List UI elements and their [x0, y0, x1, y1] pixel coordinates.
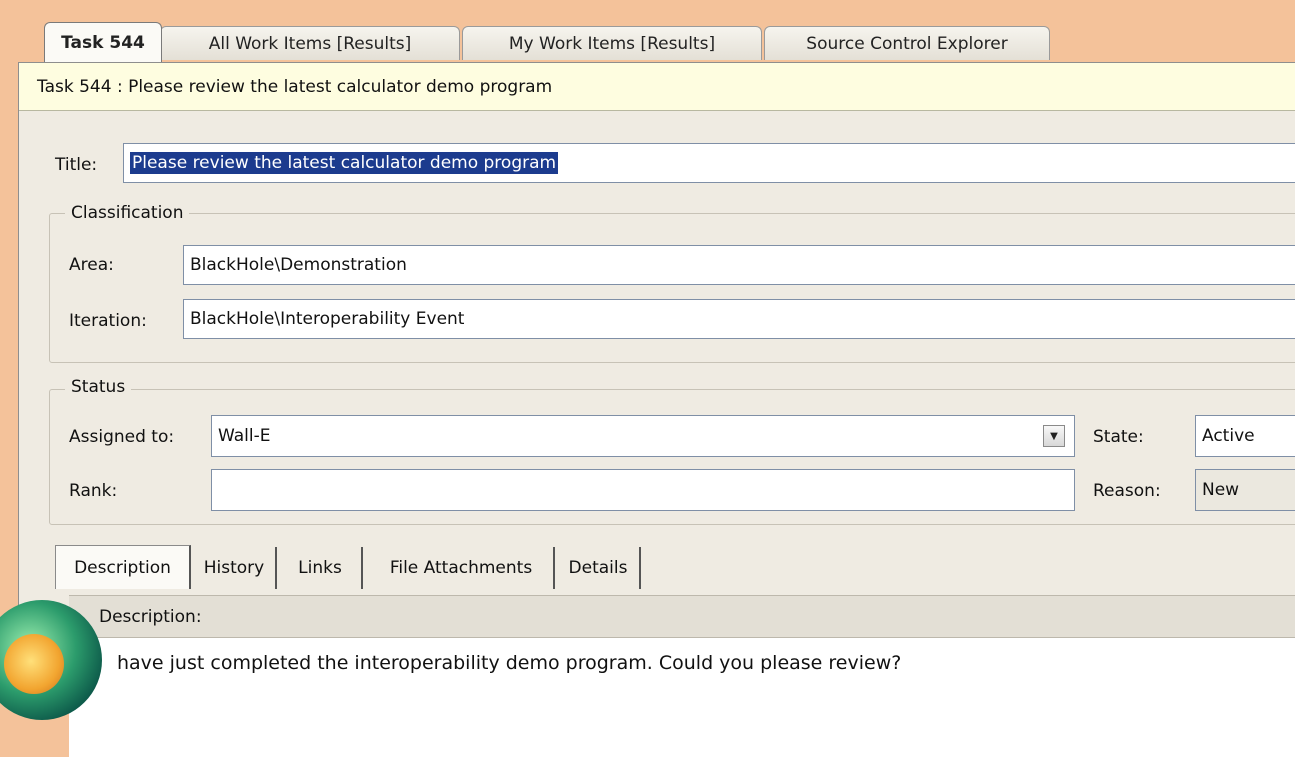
- classification-group: [49, 213, 1295, 363]
- tab-my-work-items[interactable]: My Work Items [Results]: [462, 26, 762, 60]
- work-item-header-text: Task 544 : Please review the latest calc…: [37, 76, 553, 97]
- tab-task-544[interactable]: Task 544: [44, 22, 162, 62]
- title-value: Please review the latest calculator demo…: [130, 152, 559, 174]
- reason-field: New: [1195, 469, 1295, 511]
- state-label: State:: [1093, 427, 1144, 447]
- decorative-orb-icon: [4, 634, 64, 694]
- title-label: Title:: [55, 155, 98, 175]
- area-value: BlackHole\Demonstration: [190, 255, 407, 275]
- assigned-to-value: Wall-E: [218, 426, 271, 446]
- description-text: have just completed the interoperability…: [117, 652, 902, 674]
- title-input[interactable]: Please review the latest calculator demo…: [123, 143, 1295, 183]
- description-header: Description:: [69, 595, 1295, 637]
- description-label: Description:: [99, 606, 202, 627]
- status-legend: Status: [65, 377, 132, 397]
- tab-file-attachments[interactable]: File Attachments: [369, 547, 555, 589]
- tab-details[interactable]: Details: [557, 547, 641, 589]
- assigned-to-label: Assigned to:: [69, 427, 175, 447]
- reason-label: Reason:: [1093, 481, 1161, 501]
- tab-links[interactable]: Links: [279, 547, 363, 589]
- iteration-input[interactable]: BlackHole\Interoperability Event: [183, 299, 1295, 339]
- work-item-form: Task 544 : Please review the latest calc…: [18, 62, 1295, 757]
- state-select[interactable]: Active: [1195, 415, 1295, 457]
- document-tab-strip: Task 544 All Work Items [Results] My Wor…: [0, 0, 1295, 62]
- state-value: Active: [1202, 426, 1255, 446]
- description-editor[interactable]: have just completed the interoperability…: [69, 637, 1295, 757]
- iteration-value: BlackHole\Interoperability Event: [190, 309, 465, 329]
- iteration-label: Iteration:: [69, 311, 147, 331]
- reason-value: New: [1202, 480, 1240, 500]
- tab-description[interactable]: Description: [55, 545, 191, 589]
- rank-label: Rank:: [69, 481, 118, 501]
- tab-source-control-explorer[interactable]: Source Control Explorer: [764, 26, 1050, 60]
- assigned-to-select[interactable]: Wall-E: [211, 415, 1075, 457]
- tab-all-work-items[interactable]: All Work Items [Results]: [160, 26, 460, 60]
- area-label: Area:: [69, 255, 114, 275]
- chevron-down-icon: ▼: [1050, 430, 1058, 442]
- classification-legend: Classification: [65, 203, 190, 223]
- tab-history[interactable]: History: [193, 547, 277, 589]
- area-input[interactable]: BlackHole\Demonstration: [183, 245, 1295, 285]
- assigned-to-dropdown-button[interactable]: ▼: [1043, 425, 1065, 447]
- rank-input[interactable]: [211, 469, 1075, 511]
- work-item-header: Task 544 : Please review the latest calc…: [19, 63, 1295, 111]
